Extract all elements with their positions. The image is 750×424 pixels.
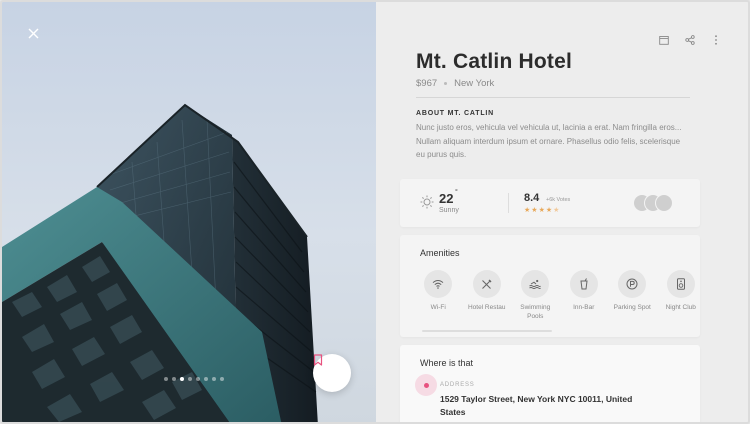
amenity-label: Hotel Restau <box>467 304 506 311</box>
amenities-card: Amenities Wi-Fi Hotel Restau Swimming Po… <box>400 235 700 337</box>
gallery-dot[interactable] <box>196 377 200 381</box>
card-divider <box>508 193 509 213</box>
address-text: 1529 Taylor Street, New York NYC 10011, … <box>440 394 633 417</box>
gallery-dot[interactable] <box>212 377 216 381</box>
gallery-dot[interactable] <box>204 377 208 381</box>
drink-icon <box>580 278 588 290</box>
star-icon: ★ <box>545 207 553 214</box>
location-heading: Where is that <box>420 358 474 368</box>
amenity-label: Parking Spot <box>613 304 651 311</box>
amenities-heading: Amenities <box>420 248 460 258</box>
amenity-label: Night Club <box>665 304 696 311</box>
rating-score: 8.4 <box>524 192 540 204</box>
fork-knife-icon <box>482 279 492 289</box>
temperature-value: 22 <box>439 191 454 206</box>
amenities-list: Wi-Fi Hotel Restau Swimming Pools Inn-Ba… <box>414 270 705 321</box>
hotel-photo <box>2 2 376 422</box>
about-text: Nunc justo eros, vehicula vel vehicula u… <box>416 123 682 159</box>
gallery-dot[interactable] <box>220 377 224 381</box>
header-divider <box>416 97 690 98</box>
star-icon: ★ <box>538 207 545 214</box>
amenity-parking[interactable]: Parking Spot <box>608 270 657 321</box>
amenity-wifi[interactable]: Wi-Fi <box>414 270 463 321</box>
vote-count: +6k Votes <box>546 197 571 203</box>
amenity-label: Inn-Bar <box>573 304 595 311</box>
amenity-label: Wi-Fi <box>430 304 446 311</box>
pool-icon <box>529 279 542 289</box>
close-icon <box>28 28 39 39</box>
wifi-icon <box>432 280 444 289</box>
hotel-detail-window: Mt. Catlin Hotel $967 New York ABOUT MT.… <box>0 0 750 424</box>
temperature-unit: ° <box>455 189 458 196</box>
calendar-icon <box>659 36 669 45</box>
amenity-night-club[interactable]: Night Club <box>657 270 706 321</box>
calendar-button[interactable] <box>658 34 670 46</box>
hotel-price: $967 <box>416 78 438 89</box>
more-vertical-icon <box>715 35 717 45</box>
reviewer-avatars[interactable] <box>633 194 683 212</box>
share-icon <box>685 35 695 45</box>
weather-rating-card: 22 ° Sunny 8.4 +6k Votes ★ ★ ★ ★ ★ <box>400 179 700 227</box>
about-heading: ABOUT MT. CATLIN <box>416 110 494 117</box>
address-label: ADDRESS <box>440 382 475 388</box>
gallery-dot[interactable] <box>188 377 192 381</box>
detail-panel: Mt. Catlin Hotel $967 New York ABOUT MT.… <box>376 2 748 422</box>
gallery-pagination <box>164 377 224 381</box>
bookmark-button[interactable] <box>313 354 351 392</box>
meta-separator <box>444 82 448 85</box>
speaker-icon <box>676 278 685 290</box>
gallery-dot[interactable] <box>172 377 176 381</box>
star-icon: ★ <box>531 207 538 214</box>
amenity-restaurant[interactable]: Hotel Restau <box>463 270 512 321</box>
sun-icon <box>420 195 434 209</box>
gallery-dot[interactable] <box>180 377 184 381</box>
close-button[interactable] <box>28 28 52 52</box>
avatar <box>655 194 673 212</box>
hotel-meta: $967 New York <box>416 78 494 89</box>
amenity-pool[interactable]: Swimming Pools <box>511 270 560 321</box>
amenity-label: Swimming Pools <box>520 304 551 320</box>
amenity-bar[interactable]: Inn-Bar <box>560 270 609 321</box>
panel-toolbar <box>658 34 722 46</box>
location-card: Where is that ADDRESS 1529 Taylor Street… <box>400 345 700 422</box>
star-icon: ★ <box>524 207 531 214</box>
bookmark-icon <box>313 354 323 366</box>
hotel-city: New York <box>454 78 495 89</box>
share-button[interactable] <box>684 34 696 46</box>
star-rating: ★ ★ ★ ★ ★ <box>524 206 559 214</box>
map-pin-icon[interactable] <box>415 374 437 396</box>
weather-condition: Sunny <box>439 207 459 214</box>
gallery-dot[interactable] <box>164 377 168 381</box>
star-icon: ★ <box>553 207 560 214</box>
parking-icon <box>626 278 638 290</box>
amenities-scrollbar[interactable] <box>422 330 552 332</box>
more-options-button[interactable] <box>710 34 722 46</box>
hotel-name: Mt. Catlin Hotel <box>416 50 573 73</box>
